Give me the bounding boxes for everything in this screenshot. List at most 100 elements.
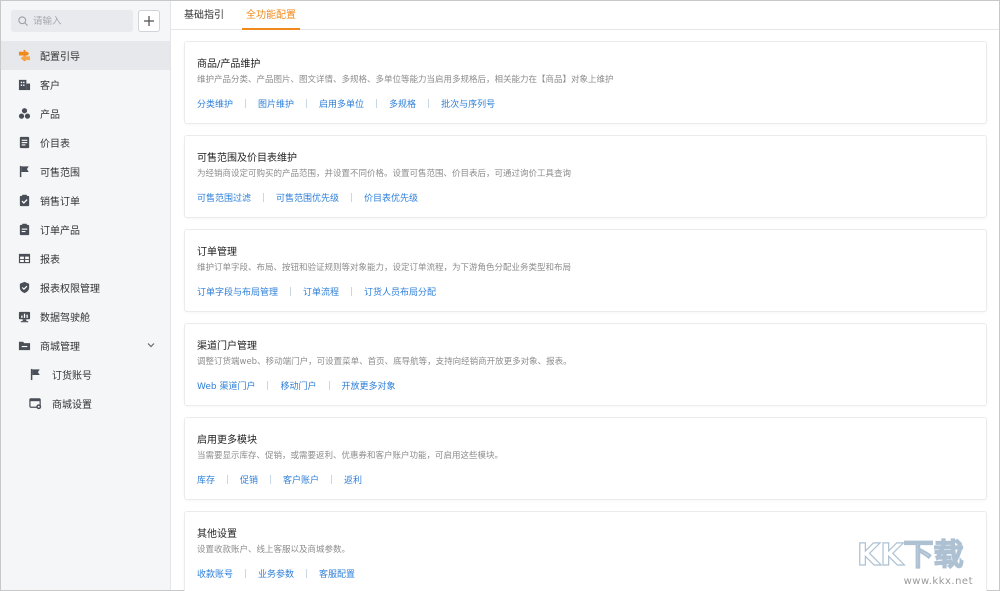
card-title: 商品/产品维护 [197,59,261,70]
link-image-maintenance[interactable]: 图片维护 [258,97,294,110]
divider [331,475,333,484]
sidebar-item-mall-settings[interactable]: 商城设置 [1,389,170,418]
card-links: 订单字段与布局管理 订单流程 订货人员布局分配 [197,285,986,298]
link-web-channel-portal[interactable]: Web 渠道门户 [197,379,255,392]
folder-icon [17,339,31,353]
card-title: 可售范围及价目表维护 [197,153,297,164]
building-icon [17,78,31,92]
watermark-url: www.kkx.net [903,576,973,587]
link-category-maintenance[interactable]: 分类维护 [197,97,233,110]
card-description: 为经销商设定可购买的产品范围，并设置不同价格。设置可售范围、价目表后，可通过询价… [197,169,572,179]
link-enable-multi-unit[interactable]: 启用多单位 [319,97,364,110]
watermark-text: KK下载 [857,538,964,573]
divider [428,99,430,108]
main-content: 基础指引 全功能配置 商品/产品维护 维护产品分类、产品图片、图文详情、多规格、… [171,1,999,591]
sidebar-item-label: 产品 [40,110,60,121]
card-title: 订单管理 [197,247,237,258]
link-payment-account[interactable]: 收款账号 [197,567,233,580]
divider [376,99,378,108]
search-input[interactable] [33,15,123,27]
config-card-sales-scope: 可售范围及价目表维护 为经销商设定可购买的产品范围，并设置不同价格。设置可售范围… [184,135,987,218]
link-promotion[interactable]: 促销 [240,473,258,486]
divider [328,381,330,390]
divider [245,99,247,108]
divider [227,475,229,484]
link-inventory[interactable]: 库存 [197,473,215,486]
card-links: 库存 促销 客户账户 返利 [197,473,986,486]
sidebar-item-order-product[interactable]: 订单产品 [1,215,170,244]
link-customer-service-config[interactable]: 客服配置 [319,567,355,580]
search-icon [18,16,28,26]
table-icon [17,252,31,266]
card-description: 维护订单字段、布局、按钮和验证规则等对象能力，设定订单流程，为下游角色分配业务类… [197,263,572,273]
dashboard-icon [17,310,31,324]
search-box[interactable] [11,10,133,32]
link-scope-filter[interactable]: 可售范围过滤 [197,191,251,204]
clipboard-check-icon [17,194,31,208]
sidebar-item-label: 订单产品 [40,226,80,237]
sidebar-item-label: 配置引导 [40,52,80,63]
divider [290,287,292,296]
divider [267,381,269,390]
sidebar-item-mall-management[interactable]: 商城管理 [1,331,170,360]
card-description: 调整订货端web、移动端门户，可设置菜单、首页、底导航等，支持向经销商开放更多对… [197,357,572,367]
watermark-logo: KK下载 [856,537,964,573]
order-product-icon [17,223,31,237]
link-multi-spec[interactable]: 多规格 [389,97,416,110]
link-rebate[interactable]: 返利 [344,473,362,486]
link-orderer-layout-assignment[interactable]: 订货人员布局分配 [364,285,436,298]
divider [306,569,308,578]
config-card-more-modules: 启用更多模块 当需要显示库存、促销，或需要返利、优惠券和客户账户功能，可启用这些… [184,417,987,500]
config-card-channel-portal: 渠道门户管理 调整订货端web、移动端门户，可设置菜单、首页、底导航等，支持向经… [184,323,987,406]
sidebar: 配置引导 客户 产品 价目表 [1,1,171,590]
link-batch-serial[interactable]: 批次与序列号 [441,97,495,110]
sidebar-item-report-permission[interactable]: 报表权限管理 [1,273,170,302]
sidebar-item-report[interactable]: 报表 [1,244,170,273]
card-links: 分类维护 图片维护 启用多单位 多规格 批次与序列号 [197,97,986,110]
link-open-more-objects[interactable]: 开放更多对象 [342,379,396,392]
divider [306,99,308,108]
sidebar-item-label: 数据驾驶舱 [40,313,90,324]
card-links: Web 渠道门户 移动门户 开放更多对象 [197,379,986,392]
card-description: 维护产品分类、产品图片、图文详情、多规格、多单位等能力当启用多规格后，相关能力在… [197,75,614,85]
link-scope-priority[interactable]: 可售范围优先级 [276,191,339,204]
sidebar-item-label: 客户 [40,81,60,92]
plus-icon [144,16,154,26]
sidebar-item-sales-scope[interactable]: 可售范围 [1,157,170,186]
sidebar-item-sales-order[interactable]: 销售订单 [1,186,170,215]
sidebar-item-customer[interactable]: 客户 [1,70,170,99]
config-card-product: 商品/产品维护 维护产品分类、产品图片、图文详情、多规格、多单位等能力当启用多规… [184,41,987,124]
sidebar-item-label: 商城管理 [40,342,80,353]
link-mobile-portal[interactable]: 移动门户 [280,379,316,392]
divider [351,287,353,296]
link-price-list-priority[interactable]: 价目表优先级 [364,191,418,204]
add-button[interactable] [138,10,160,32]
sidebar-item-price-list[interactable]: 价目表 [1,128,170,157]
link-business-params[interactable]: 业务参数 [258,567,294,580]
link-customer-account[interactable]: 客户账户 [283,473,319,486]
config-card-list: 商品/产品维护 维护产品分类、产品图片、图文详情、多规格、多单位等能力当启用多规… [184,41,987,591]
sidebar-item-label: 报表 [40,255,60,266]
sidebar-item-data-cockpit[interactable]: 数据驾驶舱 [1,302,170,331]
app-window: 配置引导 客户 产品 价目表 [0,0,1000,591]
tab-full-config[interactable]: 全功能配置 [242,6,300,30]
flag-icon [28,368,42,382]
card-title: 渠道门户管理 [197,341,257,352]
link-order-fields-layout[interactable]: 订单字段与布局管理 [197,285,278,298]
card-title: 启用更多模块 [197,435,257,446]
sidebar-nav: 配置引导 客户 产品 价目表 可售范围 销售订单 订单产品 报表 报表权限管理 … [1,41,170,418]
link-order-flow[interactable]: 订单流程 [303,285,339,298]
tab-basic-guide[interactable]: 基础指引 [180,6,228,29]
product-icon [17,107,31,121]
sidebar-item-label: 报表权限管理 [40,284,100,295]
card-links: 可售范围过滤 可售范围优先级 价目表优先级 [197,191,986,204]
tab-bar: 基础指引 全功能配置 [171,1,999,30]
search-row [11,10,160,32]
sidebar-item-label: 可售范围 [40,168,80,179]
sidebar-item-config-guide[interactable]: 配置引导 [1,41,170,70]
sidebar-item-label: 订货账号 [52,371,92,382]
sidebar-item-order-account[interactable]: 订货账号 [1,360,170,389]
chevron-down-icon[interactable] [146,340,156,350]
flag-icon [17,165,31,179]
sidebar-item-product[interactable]: 产品 [1,99,170,128]
